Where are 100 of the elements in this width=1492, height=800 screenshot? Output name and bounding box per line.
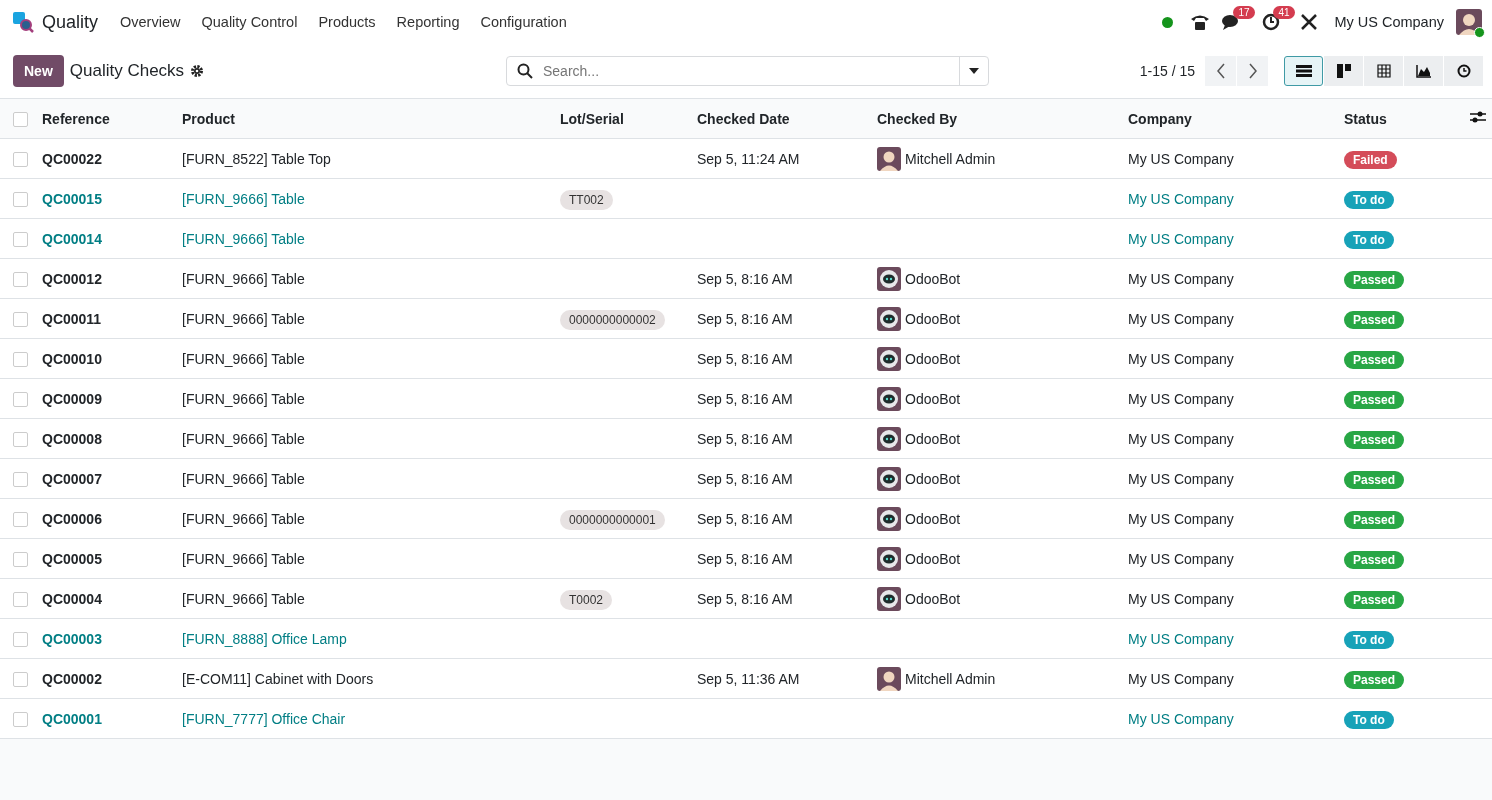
company-cell: My US Company [1128, 510, 1234, 527]
column-header[interactable]: Lot/Serial [560, 110, 624, 127]
checked-by-name: OdooBot [905, 590, 961, 607]
phone-icon[interactable] [1190, 13, 1211, 31]
company-cell: My US Company [1128, 710, 1234, 727]
status-badge: Passed [1344, 390, 1405, 409]
column-header[interactable]: Product [182, 110, 235, 127]
status-badge: Passed [1344, 550, 1405, 569]
status-badge: To do [1344, 630, 1394, 649]
checked-by-name: OdooBot [905, 310, 961, 327]
chevron-right-icon [1247, 63, 1258, 79]
row-checkbox[interactable] [13, 151, 28, 167]
row-checkbox[interactable] [13, 191, 28, 207]
column-header[interactable]: Company [1128, 110, 1192, 127]
company-cell: My US Company [1128, 430, 1234, 447]
checked-by-name: OdooBot [905, 510, 961, 527]
column-settings-icon[interactable] [1470, 110, 1486, 124]
checked-date-cell: Sep 5, 8:16 AM [697, 510, 793, 527]
company-cell: My US Company [1128, 590, 1234, 607]
app-name[interactable]: Quality [42, 11, 99, 33]
row-checkbox[interactable] [13, 511, 28, 527]
pager-value[interactable]: 1-15 / 15 [1139, 63, 1195, 79]
search-icon [517, 63, 533, 79]
company-cell: My US Company [1128, 190, 1234, 207]
app-logo-icon[interactable] [12, 11, 34, 33]
reference-cell: QC00014 [42, 230, 102, 247]
row-checkbox[interactable] [13, 271, 28, 287]
checked-by-name: OdooBot [905, 430, 961, 447]
checked-date-cell: Sep 5, 8:16 AM [697, 310, 793, 327]
row-checkbox[interactable] [13, 431, 28, 447]
new-button[interactable]: New [13, 55, 64, 87]
status-badge: Failed [1344, 150, 1397, 169]
reference-cell: QC00012 [42, 270, 102, 287]
product-cell: [FURN_7777] Office Chair [182, 710, 346, 727]
search-field[interactable]: Search... [506, 56, 989, 86]
robot-avatar-icon [877, 546, 901, 571]
row-checkbox[interactable] [13, 591, 28, 607]
company-cell: My US Company [1128, 470, 1234, 487]
robot-avatar-icon [877, 386, 901, 411]
status-badge: Passed [1344, 670, 1405, 689]
next-button[interactable] [1237, 56, 1268, 86]
area-chart-icon [1415, 64, 1432, 78]
company-cell: My US Company [1128, 150, 1234, 167]
company-cell: My US Company [1128, 350, 1234, 367]
user-avatar-icon [877, 666, 901, 691]
company-cell: My US Company [1128, 630, 1234, 647]
status-badge: Passed [1344, 590, 1405, 609]
caret-icon [969, 68, 979, 74]
menu-item[interactable]: Overview [120, 14, 181, 30]
list-view-button[interactable] [1284, 56, 1323, 86]
menu-item[interactable]: Reporting [396, 14, 460, 30]
robot-avatar-icon [877, 346, 901, 371]
row-checkbox[interactable] [13, 711, 28, 727]
row-checkbox[interactable] [13, 631, 28, 647]
reference-cell: QC00001 [42, 710, 102, 727]
column-header[interactable]: Status [1344, 110, 1387, 127]
product-cell: [FURN_8522] Table Top [182, 150, 331, 167]
message-count-badge: 17 [1233, 6, 1255, 19]
row-checkbox[interactable] [13, 231, 28, 247]
previous-button[interactable] [1205, 56, 1236, 86]
status-badge: Passed [1344, 430, 1405, 449]
status-badge: To do [1344, 710, 1394, 729]
checked-by-name: OdooBot [905, 470, 961, 487]
kanban-view-button[interactable] [1324, 56, 1363, 86]
user-avatar[interactable] [1456, 9, 1482, 35]
graph-view-button[interactable] [1404, 56, 1443, 86]
activity-count-badge: 41 [1273, 6, 1295, 19]
reference-cell: QC00005 [42, 550, 102, 567]
row-checkbox[interactable] [13, 391, 28, 407]
product-cell: [FURN_9666] Table [182, 310, 305, 327]
checked-date-cell: Sep 5, 8:16 AM [697, 590, 793, 607]
robot-avatar-icon [877, 306, 901, 331]
select-all-checkbox[interactable] [13, 111, 28, 127]
activity-view-button[interactable] [1444, 56, 1483, 86]
column-header[interactable]: Checked By [877, 110, 958, 127]
menu-item[interactable]: Configuration [480, 14, 567, 30]
checked-date-cell: Sep 5, 8:16 AM [697, 270, 793, 287]
product-cell: [FURN_9666] Table [182, 430, 305, 447]
robot-avatar-icon [877, 266, 901, 291]
checked-by-name: Mitchell Admin [905, 670, 996, 687]
pivot-view-button[interactable] [1364, 56, 1403, 86]
search-input[interactable]: Search... [541, 62, 959, 80]
settings-icon[interactable] [190, 64, 205, 78]
reference-cell: QC00006 [42, 510, 102, 527]
checked-date-cell: Sep 5, 11:36 AM [697, 670, 800, 687]
row-checkbox[interactable] [13, 671, 28, 687]
status-badge: Passed [1344, 470, 1405, 489]
checked-by-name: Mitchell Admin [905, 150, 996, 167]
reference-cell: QC00009 [42, 390, 102, 407]
lot-serial-tag: T0002 [560, 589, 613, 610]
menu-item[interactable]: Products [318, 14, 376, 30]
status-badge: Passed [1344, 310, 1405, 329]
company-switcher[interactable]: My US Company [1334, 14, 1444, 30]
checked-date-cell: Sep 5, 8:16 AM [697, 390, 793, 407]
checked-by-name: OdooBot [905, 350, 961, 367]
row-checkbox[interactable] [13, 311, 28, 327]
row-checkbox[interactable] [13, 351, 28, 367]
menu-item[interactable]: Quality Control [201, 14, 298, 30]
row-checkbox[interactable] [13, 471, 28, 487]
row-checkbox[interactable] [13, 551, 28, 567]
